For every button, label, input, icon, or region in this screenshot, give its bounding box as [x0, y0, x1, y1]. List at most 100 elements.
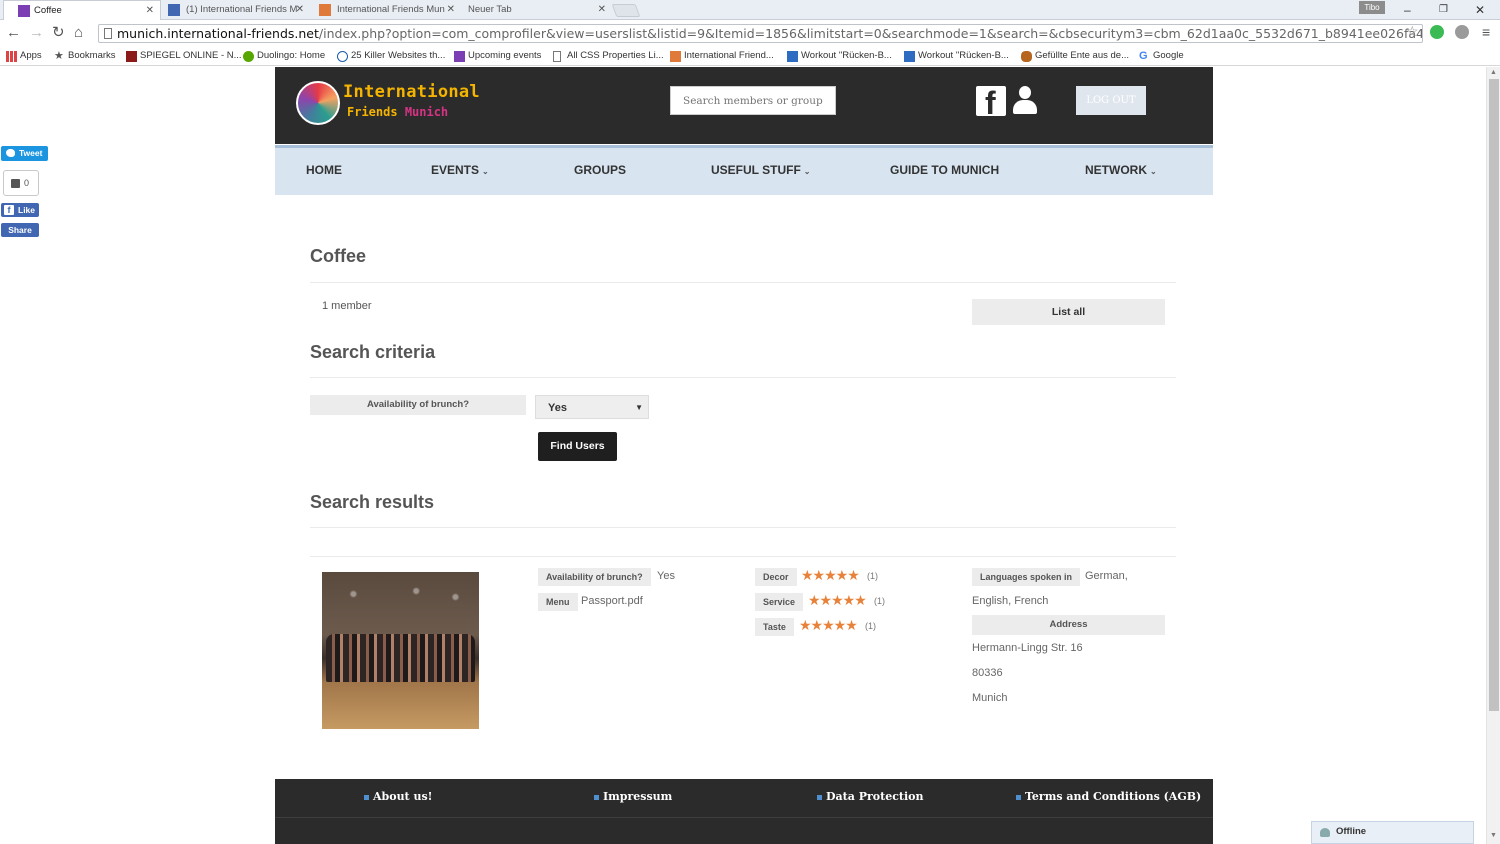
- bullet-icon: [364, 794, 369, 800]
- footer-link-about[interactable]: About us!: [364, 790, 433, 803]
- main-navigation: HOME EVENTS ⌄ GROUPS USEFUL STUFF ⌄ GUIDE …: [275, 145, 1213, 195]
- footer-link-terms[interactable]: Terms and Conditions (AGB): [1016, 790, 1201, 803]
- facebook-share-button[interactable]: Share: [1, 223, 39, 237]
- bookmark-spiegel[interactable]: SPIEGEL ONLINE - N...: [126, 49, 242, 63]
- languages-value-line2: English, French: [972, 595, 1049, 607]
- logout-button[interactable]: LOG OUT: [1076, 86, 1146, 115]
- find-users-button[interactable]: Find Users: [538, 432, 617, 461]
- logo-subtitle[interactable]: Friends Munich: [347, 105, 448, 119]
- user-profile-icon[interactable]: [1013, 86, 1037, 114]
- tab-new-tab[interactable]: Neuer Tab ✕: [458, 0, 612, 20]
- joomla-favicon-icon: [319, 4, 331, 16]
- scroll-up-icon[interactable]: ▲: [1490, 69, 1497, 76]
- tab-facebook[interactable]: (1) International Friends M ✕: [156, 0, 310, 20]
- bookmark-bookmarks[interactable]: ★ Bookmarks: [54, 49, 116, 63]
- languages-label: Languages spoken in: [972, 568, 1081, 586]
- bookmark-gefuellte-ente[interactable]: Gefüllte Ente aus de...: [1021, 49, 1129, 63]
- nav-item-home[interactable]: HOME: [306, 163, 342, 177]
- divider: [310, 556, 1176, 557]
- brunch-criteria-select[interactable]: Yes ▼: [535, 395, 649, 419]
- recipe-favicon-icon: [1021, 51, 1032, 62]
- nav-item-events[interactable]: EVENTS ⌄: [431, 163, 489, 177]
- scroll-down-icon[interactable]: ▼: [1490, 832, 1497, 839]
- bookmark-star-icon[interactable]: ☆: [1406, 23, 1419, 40]
- new-tab-button[interactable]: [611, 4, 641, 17]
- adblock-extension-icon[interactable]: [1455, 25, 1469, 39]
- rating-stars-taste[interactable]: ★★★★★: [799, 618, 858, 632]
- close-tab-icon[interactable]: ✕: [598, 0, 606, 20]
- bookmark-apps[interactable]: Apps: [6, 49, 42, 63]
- star-icon: ★: [54, 50, 64, 62]
- chevron-down-icon: ⌄: [803, 167, 811, 176]
- bookmark-killer-websites[interactable]: 25 Killer Websites th...: [337, 49, 445, 63]
- brunch-field-label: Availability of brunch?: [538, 568, 651, 586]
- tweet-button[interactable]: Tweet: [1, 146, 48, 161]
- bookmark-css-properties[interactable]: All CSS Properties Li...: [553, 49, 664, 63]
- bookmark-upcoming-events[interactable]: Upcoming events: [454, 49, 541, 63]
- menu-file-link[interactable]: Passport.pdf: [581, 595, 643, 607]
- list-all-button[interactable]: List all: [972, 299, 1165, 325]
- restore-icon[interactable]: ❐: [1439, 0, 1448, 20]
- tab-title: International Friends Mun: [337, 4, 445, 15]
- rating-stars-service[interactable]: ★★★★★: [808, 593, 867, 607]
- bullet-icon: [817, 794, 822, 800]
- home-icon[interactable]: ⌂: [74, 24, 83, 42]
- rating-count-taste: (1): [865, 621, 876, 631]
- site-favicon-icon: [454, 51, 465, 62]
- nav-item-guide-to-munich[interactable]: GUIDE TO MUNICH: [890, 163, 999, 177]
- close-window-icon[interactable]: ✕: [1475, 0, 1485, 20]
- close-tab-icon[interactable]: ✕: [296, 0, 304, 20]
- facebook-icon[interactable]: f: [976, 86, 1006, 120]
- member-count: 1 member: [322, 300, 372, 312]
- nav-item-groups[interactable]: GROUPS: [574, 163, 626, 177]
- grammarly-extension-icon[interactable]: [1430, 25, 1444, 39]
- bookmark-workout-1[interactable]: Workout "Rücken-B...: [787, 49, 892, 63]
- close-tab-icon[interactable]: ✕: [146, 1, 154, 20]
- browser-tab-bar: Coffee ✕ (1) International Friends M ✕ I…: [0, 0, 1500, 20]
- logo-title[interactable]: International: [343, 82, 480, 102]
- nav-item-useful-stuff[interactable]: USEFUL STUFF ⌄: [711, 163, 810, 177]
- bookmark-international-friend[interactable]: International Friend...: [670, 49, 774, 63]
- bookmark-workout-2[interactable]: Workout "Rücken-B...: [904, 49, 1009, 63]
- divider: [310, 282, 1176, 283]
- site-footer: About us! Impressum Data Protection Term…: [275, 779, 1213, 844]
- brunch-criteria-label: Availability of brunch?: [310, 395, 526, 415]
- facebook-like-button[interactable]: f Like: [1, 203, 39, 217]
- tab-international-friends[interactable]: International Friends Mun ✕: [307, 0, 461, 20]
- url-field[interactable]: munich.international-friends.net/index.p…: [98, 24, 1423, 43]
- back-arrow-icon[interactable]: ←: [6, 24, 21, 42]
- google-favicon-icon: G: [1139, 50, 1148, 62]
- twitter-bird-icon: [6, 149, 15, 157]
- thumbs-up-icon: [11, 179, 20, 188]
- group-photo[interactable]: [322, 572, 479, 729]
- profile-badge[interactable]: Tibo: [1359, 1, 1385, 14]
- address-label: Address: [972, 615, 1165, 635]
- rating-stars-decor[interactable]: ★★★★★: [801, 568, 860, 582]
- footer-link-data-protection[interactable]: Data Protection: [817, 790, 923, 803]
- member-search-input[interactable]: [670, 86, 836, 115]
- bookmarks-bar: Apps ★ Bookmarks SPIEGEL ONLINE - N... Du…: [0, 46, 1500, 66]
- browser-menu-icon[interactable]: ≡: [1482, 24, 1490, 40]
- forward-arrow-icon[interactable]: →: [29, 24, 44, 42]
- site-logo-icon[interactable]: [296, 81, 340, 125]
- brunch-field-value: Yes: [657, 570, 675, 582]
- languages-value-line1: German,: [1085, 570, 1128, 582]
- tab-title: Coffee: [34, 5, 62, 16]
- like-count-box[interactable]: 0: [3, 170, 39, 196]
- page-scrollbar[interactable]: ▲ ▼: [1486, 67, 1500, 844]
- footer-link-impressum[interactable]: Impressum: [594, 790, 672, 803]
- minimize-icon[interactable]: –: [1404, 0, 1411, 20]
- address-city: Munich: [972, 692, 1008, 704]
- bookmark-google[interactable]: G Google: [1139, 49, 1184, 63]
- scrollbar-thumb[interactable]: [1489, 79, 1499, 711]
- facebook-f-icon: f: [4, 205, 14, 215]
- page-title: Coffee: [310, 246, 367, 266]
- bookmark-duolingo[interactable]: Duolingo: Home: [243, 49, 325, 63]
- nav-item-network[interactable]: NETWORK ⌄: [1085, 163, 1157, 177]
- chevron-down-icon: ⌄: [482, 167, 489, 176]
- reload-icon[interactable]: ↻: [52, 24, 65, 42]
- chat-status-bar[interactable]: Offline: [1311, 821, 1474, 844]
- tab-coffee[interactable]: Coffee ✕: [3, 0, 161, 20]
- rating-label-service: Service: [755, 593, 804, 611]
- close-tab-icon[interactable]: ✕: [447, 0, 455, 20]
